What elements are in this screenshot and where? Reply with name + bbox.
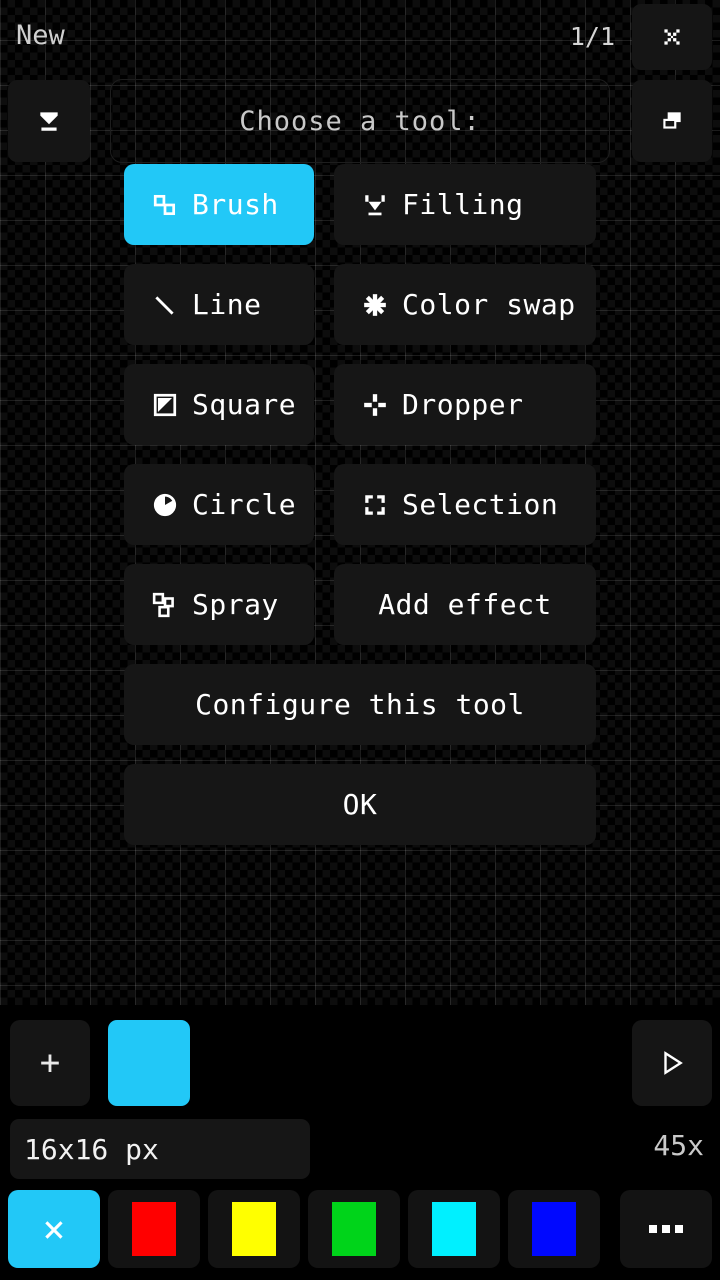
palette-swatch-green[interactable]: [308, 1190, 400, 1268]
palette-chip: [432, 1202, 476, 1256]
close-button[interactable]: [632, 4, 712, 70]
tool-button-color-swap[interactable]: Color swap: [334, 264, 596, 345]
palette-swatch-blue[interactable]: [508, 1190, 600, 1268]
tool-label: Line: [192, 288, 262, 321]
layers-icon: [663, 112, 681, 129]
close-icon: [664, 29, 680, 45]
play-animation-button[interactable]: [632, 1020, 712, 1106]
tool-label: Add effect: [378, 588, 552, 621]
current-color-swatch[interactable]: [108, 1020, 190, 1106]
collapse-download-icon: [40, 112, 58, 131]
palette-chip: [232, 1202, 276, 1256]
tool-button-square[interactable]: Square: [124, 364, 314, 445]
tool-row: Spray Add effect: [124, 564, 596, 645]
palette-chip: [532, 1202, 576, 1256]
tool-label: Color swap: [402, 288, 576, 321]
page-title: New: [16, 20, 65, 51]
line-icon: [155, 295, 174, 315]
selected-check-icon: ×: [42, 1207, 66, 1251]
tool-label: Dropper: [402, 388, 524, 421]
layers-button[interactable]: [632, 80, 712, 162]
tool-button-dropper[interactable]: Dropper: [334, 364, 596, 445]
selection-icon: [365, 494, 385, 515]
tool-row: Square Dropper: [124, 364, 596, 445]
spray-icon: [152, 592, 174, 617]
frame-counter: 1/1: [569, 22, 615, 51]
tool-label: Square: [192, 388, 297, 421]
choose-tool-dialog: Choose a tool:: [110, 79, 610, 163]
tool-button-spray[interactable]: Spray: [124, 564, 314, 645]
palette-swatch-aqua[interactable]: [408, 1190, 500, 1268]
top-bar: New 1/1: [0, 0, 720, 162]
brush-icon: [153, 194, 176, 215]
tool-button-selection[interactable]: Selection: [334, 464, 596, 545]
tool-label: Spray: [192, 588, 279, 621]
more-colors-button[interactable]: [620, 1190, 712, 1268]
tool-button-filling[interactable]: Filling: [334, 164, 596, 245]
dialog-title: Choose a tool:: [239, 105, 481, 137]
tool-row: Brush Filling: [124, 164, 596, 245]
palette-swatch-red[interactable]: [108, 1190, 200, 1268]
add-frame-button[interactable]: +: [10, 1020, 90, 1106]
color-palette: ×: [0, 1190, 720, 1274]
zoom-level-label: 45x: [653, 1129, 704, 1162]
tool-button-add-effect[interactable]: Add effect: [334, 564, 596, 645]
tool-row: Circle Selection: [124, 464, 596, 545]
palette-chip: [332, 1202, 376, 1256]
palette-swatch-cyan-selected[interactable]: ×: [8, 1190, 100, 1268]
paint-bucket-icon: [365, 194, 385, 215]
tool-button-brush[interactable]: Brush: [124, 164, 314, 245]
palette-swatch-yellow[interactable]: [208, 1190, 300, 1268]
tool-button-line[interactable]: Line: [124, 264, 314, 345]
asterisk-icon: [364, 293, 386, 316]
ok-button[interactable]: OK: [124, 764, 596, 845]
tool-label: Selection: [402, 488, 559, 521]
dropper-icon: [364, 393, 386, 416]
tool-grid: Brush Filling Line Color swap Square Dro…: [124, 164, 596, 864]
ellipsis-icon: [649, 1225, 683, 1233]
export-collapse-button[interactable]: [8, 80, 90, 162]
plus-icon: +: [39, 1043, 61, 1083]
canvas-size-input[interactable]: 16x16 px: [10, 1119, 310, 1179]
configure-tool-button[interactable]: Configure this tool: [124, 664, 596, 745]
tool-label: Brush: [192, 188, 279, 221]
play-icon: [664, 1051, 683, 1075]
tool-row: Line Color swap: [124, 264, 596, 345]
palette-chip: [132, 1202, 176, 1256]
square-icon: [153, 393, 177, 416]
tool-label: Filling: [402, 188, 524, 221]
tool-button-circle[interactable]: Circle: [124, 464, 314, 545]
tool-label: Circle: [192, 488, 297, 521]
canvas-size-value: 16x16 px: [24, 1132, 159, 1166]
circle-icon: [153, 493, 177, 516]
